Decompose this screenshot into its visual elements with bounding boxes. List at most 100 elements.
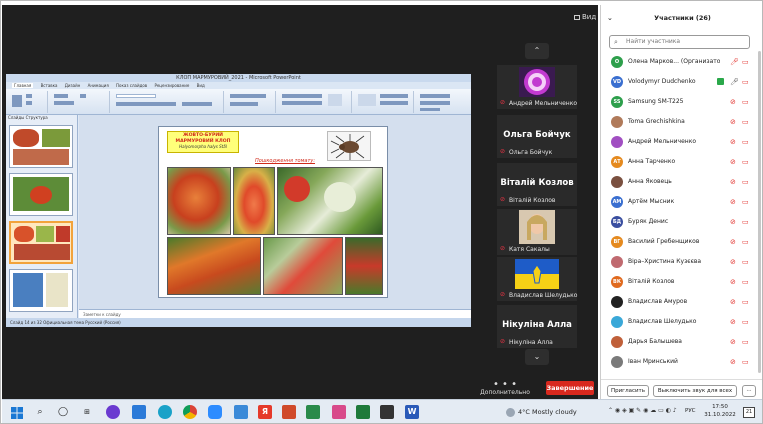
video-tile[interactable]: ⊘ Андрей Мельниченко [497,65,577,109]
participant-row[interactable]: Віра–Христина Кузєєва ⊘ ▭ [609,253,757,271]
mic-muted-icon[interactable]: ⊘ [730,216,736,228]
participant-row[interactable]: ВК Віталій Козлов ⊘ ▭ [609,273,757,291]
app-icon[interactable] [332,405,346,419]
participant-row[interactable]: Владислав Амуров ⊘ ▭ [609,293,757,311]
slides-pane-tabs[interactable]: Слайды Структура [6,115,77,121]
zoom-icon[interactable] [208,405,222,419]
camera-off-icon[interactable]: ▭ [742,316,749,328]
participant-row[interactable]: АТ Анна Тарченко ⊘ ▭ [609,153,757,171]
camera-off-icon[interactable]: ▭ [742,56,749,68]
camera-off-icon[interactable]: ▭ [742,276,749,288]
search-input[interactable]: ⌕ Найти участника [609,35,750,49]
camera-off-icon[interactable]: ▭ [742,216,749,228]
app-icon[interactable] [234,405,248,419]
mic-muted-icon[interactable]: ⊘ [730,176,736,188]
mic-muted-icon[interactable]: 🎤︎ [730,76,739,88]
search-icon[interactable]: ⌕ [33,405,47,419]
participant-row[interactable]: ВГ Василий Гребенщиков ⊘ ▭ [609,233,757,251]
ribbon-tab[interactable]: Вставка [41,83,58,88]
mute-all-button[interactable]: Выключить звук для всех [653,385,737,397]
participant-row[interactable]: Анна Яковець ⊘ ▭ [609,173,757,191]
mic-muted-icon[interactable]: ⊘ [730,116,736,128]
view-button[interactable]: Вид [574,13,596,21]
weather-widget[interactable]: 4°C Mostly cloudy [506,406,577,418]
chrome-icon[interactable] [183,405,197,419]
mic-muted-icon[interactable]: ⊘ [730,196,736,208]
camera-off-icon[interactable]: ▭ [742,256,749,268]
more-button[interactable]: • • • Дополнительно [480,380,530,397]
invite-button[interactable]: Пригласить [607,385,649,397]
slide-thumbnail[interactable] [9,269,73,312]
participant-row[interactable]: БД Буряк Денис ⊘ ▭ [609,213,757,231]
camera-off-icon[interactable]: ▭ [742,176,749,188]
word-icon[interactable]: W [405,405,419,419]
participant-row[interactable]: Іван Мринський ⊘ ▭ [609,353,757,371]
camera-off-icon[interactable]: ▭ [742,136,749,148]
filmstrip-up-button[interactable]: ⌃ [525,43,549,59]
participant-row[interactable]: АМ Артём Мысник ⊘ ▭ [609,193,757,211]
slide-thumbnail[interactable] [9,173,73,216]
camera-off-icon[interactable]: ▭ [742,196,749,208]
powerpoint-icon[interactable] [282,405,296,419]
ribbon-tab[interactable]: Дизайн [65,83,81,88]
teams-chat-icon[interactable] [106,405,120,419]
ribbon-tab[interactable]: Главная [12,83,34,88]
panel-more-button[interactable]: ··· [742,385,756,397]
camera-off-icon[interactable]: ▭ [742,76,749,88]
mic-muted-icon[interactable]: ⊘ [730,296,736,308]
notes-pane[interactable]: Заметки к слайду [79,309,471,318]
scrollbar[interactable] [758,51,761,373]
video-tile[interactable]: ⊘ Владислав Шелудько [497,257,577,301]
camera-off-icon[interactable]: ▭ [742,236,749,248]
participant-row[interactable]: Toma Grechishkina ⊘ ▭ [609,113,757,131]
mic-muted-icon[interactable]: ⊘ [730,156,736,168]
video-tile[interactable]: Нікуліна Алла ⊘ Нікуліна Алла [497,305,577,348]
video-tile[interactable]: Віталій Козлов ⊘ Віталій Козлов [497,163,577,206]
app-icon[interactable] [380,405,394,419]
camera-off-icon[interactable]: ▭ [742,156,749,168]
filmstrip-down-button[interactable]: ⌄ [525,349,549,365]
participant-row[interactable]: Дарья Балышева ⊘ ▭ [609,333,757,351]
excel-icon[interactable] [356,405,370,419]
participant-row[interactable]: Андрей Мельниченко ⊘ ▭ [609,133,757,151]
camera-off-icon[interactable]: ▭ [742,296,749,308]
ribbon-tab[interactable]: Вид [197,83,205,88]
app-icon[interactable] [306,405,320,419]
video-tile[interactable]: ⊘ Катя Сакалы [497,209,577,255]
mic-muted-icon[interactable]: ⊘ [730,236,736,248]
yandex-icon[interactable]: Я [258,405,272,419]
file-explorer-icon[interactable] [132,405,146,419]
video-tile[interactable]: Ольга Бойчук ⊘ Ольга Бойчук [497,115,577,158]
participant-row[interactable]: VD Volodymyr Dudchenko 🎤︎ ▭ [609,73,757,91]
end-meeting-button[interactable]: Завершение [546,381,594,395]
mic-muted-icon[interactable]: ⊘ [730,136,736,148]
slide-thumbnail[interactable] [9,125,73,168]
language-indicator[interactable]: РУС [685,408,696,414]
collapse-chevron-icon[interactable]: ⌄ [607,11,613,25]
mic-muted-icon[interactable]: ⊘ [730,276,736,288]
camera-off-icon[interactable]: ▭ [742,96,749,108]
ribbon-tab[interactable]: Показ слайдов [116,83,147,88]
mic-muted-icon[interactable]: ⊘ [730,336,736,348]
camera-off-icon[interactable]: ▭ [742,336,749,348]
participant-row[interactable]: SS Samsung SM-T225 ⊘ ▭ [609,93,757,111]
mic-muted-icon[interactable]: ⊘ [730,316,736,328]
mic-muted-icon[interactable]: ⊘ [730,356,736,368]
widgets-icon[interactable]: ⊞ [80,405,94,419]
mic-muted-icon[interactable]: ⊘ [730,256,736,268]
mic-muted-icon[interactable]: ⊘ [730,96,736,108]
windows-start-icon[interactable] [10,405,24,419]
camera-off-icon[interactable]: ▭ [742,356,749,368]
edge-browser-icon[interactable] [158,405,172,419]
ribbon-tab[interactable]: Рецензирование [154,83,189,88]
ribbon-tab[interactable]: Анимация [88,83,109,88]
participant-row[interactable]: О Олена Марков... (Организатор, я) 🎤︎▭ [609,53,757,71]
task-view-icon[interactable]: ◯ [56,405,70,419]
clock[interactable]: 17:50 31.10.2022 [702,403,738,419]
system-tray[interactable]: ⌃ ◉ ◈ ▣ ✎ ◉ ☁ ▭ ◐ ♪ [608,407,677,414]
mic-muted-icon[interactable]: 🎤︎ [730,56,739,68]
slide-thumbnail-selected[interactable] [9,221,73,264]
notifications-badge[interactable]: 21 [743,407,755,418]
participant-row[interactable]: Владислав Шелудько ⊘ ▭ [609,313,757,331]
camera-off-icon[interactable]: ▭ [742,116,749,128]
